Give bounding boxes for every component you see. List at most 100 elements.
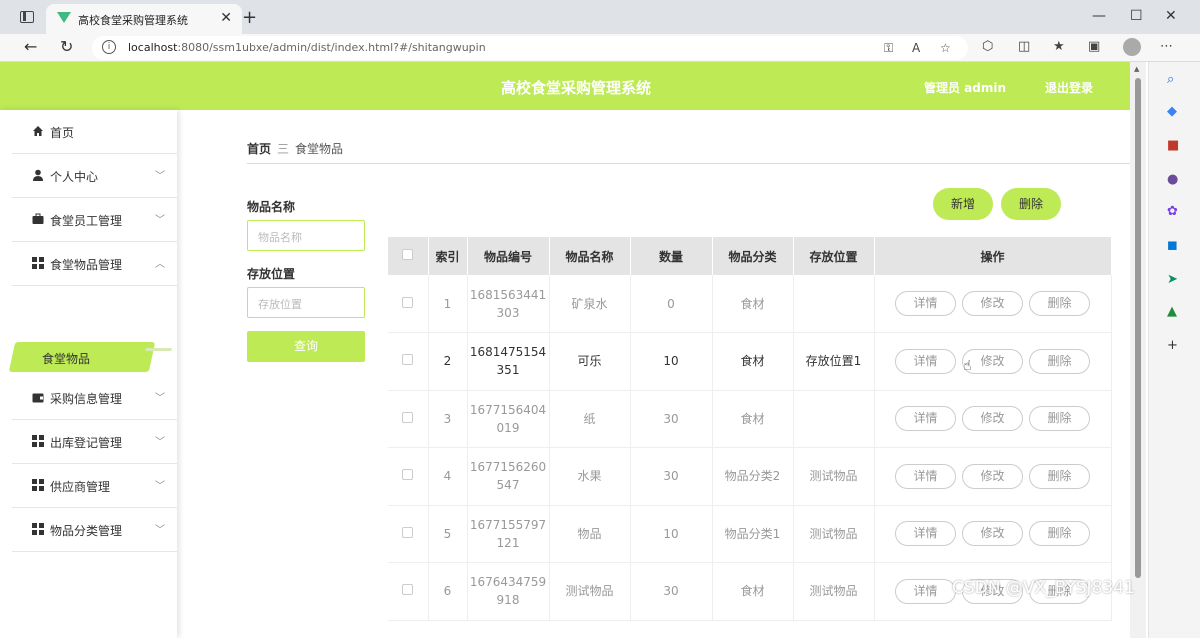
table-row: 5 1677155797 121 物品 10 物品分类1 测试物品 详情 修改 删除 <box>388 505 1112 563</box>
row-checkbox[interactable] <box>388 275 429 333</box>
send-icon[interactable]: ➤ <box>1167 272 1178 287</box>
add-button[interactable]: 新增 <box>933 188 993 220</box>
page-scrollbar[interactable]: ▲ <box>1130 62 1146 638</box>
collections-icon[interactable]: ▣ <box>1088 39 1100 54</box>
sidebar-item-staff[interactable]: 食堂员工管理 ﹀ <box>12 198 177 242</box>
sidebar-item-category[interactable]: 物品分类管理 ﹀ <box>12 508 177 552</box>
sidebar-subitem-canteen-goods[interactable]: 食堂物品 <box>8 338 177 376</box>
close-window-icon[interactable]: ✕ <box>1165 8 1177 24</box>
edit-button[interactable]: 修改 <box>962 521 1023 547</box>
watermark: CSDN @VX_BYSJ8341 <box>952 578 1135 598</box>
scrollbar-thumb[interactable] <box>1135 78 1141 578</box>
cell-operations: 详情 修改 删除 <box>874 332 1112 391</box>
sidebar-item-outbound[interactable]: 出库登记管理 ﹀ <box>12 420 177 464</box>
tag-icon[interactable]: ◆ <box>1167 104 1177 119</box>
url-text[interactable]: localhost:8080/ssm1ubxe/admin/dist/index… <box>128 41 486 54</box>
detail-button[interactable]: 详情 <box>895 463 956 489</box>
cell-index: 1 <box>428 275 468 333</box>
cell-index: 6 <box>428 562 468 621</box>
sidebar-item-label: 个人中心 <box>50 170 99 184</box>
cell-category: 物品分类1 <box>712 505 794 563</box>
detail-button[interactable]: 详情 <box>895 406 956 432</box>
url-field[interactable]: i localhost:8080/ssm1ubxe/admin/dist/ind… <box>92 36 968 60</box>
delete-button[interactable]: 删除 <box>1029 463 1090 489</box>
chevron-up-icon: ︿ <box>155 259 165 270</box>
outlook-icon[interactable]: ◼ <box>1167 238 1178 253</box>
close-tab-icon[interactable]: ✕ <box>220 10 232 26</box>
detail-button[interactable]: 详情 <box>895 291 956 316</box>
vue-logo-icon <box>57 12 71 23</box>
batch-delete-button[interactable]: 删除 <box>1001 188 1061 220</box>
breadcrumb-current: 食堂物品 <box>295 142 344 156</box>
app: 高校食堂采购管理系统 管理员 admin 退出登录 首页 个人中心 ﹀ 食堂员工… <box>0 62 1130 638</box>
sidebar-item-label: 采购信息管理 <box>50 392 123 406</box>
detail-button[interactable]: 详情 <box>895 348 956 374</box>
location-label: 存放位置 <box>247 267 296 281</box>
tab-actions-icon[interactable] <box>20 11 34 23</box>
select-all-checkbox[interactable] <box>388 237 429 275</box>
copilot-icon[interactable]: ✿ <box>1167 204 1178 219</box>
cell-index: 2 <box>428 332 468 391</box>
tree-icon[interactable]: ▲ <box>1167 304 1177 319</box>
cell-index: 5 <box>428 505 468 563</box>
split-screen-icon[interactable]: ◫ <box>1018 39 1030 54</box>
add-icon[interactable]: + <box>1167 338 1178 353</box>
new-tab-button[interactable]: + <box>242 7 257 28</box>
item-name-input[interactable]: 物品名称 <box>247 220 365 251</box>
chevron-down-icon: ﹀ <box>155 393 165 404</box>
minimize-icon[interactable]: — <box>1092 8 1106 24</box>
cell-category: 食材 <box>712 332 794 391</box>
toolbox-icon[interactable]: ■ <box>1167 138 1179 153</box>
sidebar-item-purchase[interactable]: 采购信息管理 ﹀ <box>12 376 177 420</box>
reload-icon[interactable]: ↻ <box>60 37 73 56</box>
mouse-cursor-icon: ☝ <box>963 358 972 374</box>
detail-button[interactable]: 详情 <box>895 578 956 604</box>
cell-code: 1677155797 121 <box>467 505 550 563</box>
location-input[interactable]: 存放位置 <box>247 287 365 318</box>
people-icon[interactable]: ● <box>1167 172 1178 187</box>
sidebar-item-label: 食堂员工管理 <box>50 214 123 228</box>
extensions-icon[interactable]: ⬡ <box>982 39 993 54</box>
row-checkbox[interactable] <box>388 447 429 506</box>
home-icon <box>33 126 43 136</box>
search-icon[interactable]: ⌕ <box>1167 72 1174 87</box>
delete-button[interactable]: 删除 <box>1029 521 1090 547</box>
more-icon[interactable]: ⋯ <box>1160 39 1173 54</box>
key-icon[interactable]: ⚿ <box>884 41 893 56</box>
favorites-icon[interactable]: ★ <box>1053 39 1065 54</box>
row-checkbox[interactable] <box>388 505 429 563</box>
sidebar: 首页 个人中心 ﹀ 食堂员工管理 ﹀ 食堂物品管理 ︿ 食堂物品 采购信息管理 … <box>0 110 177 638</box>
edit-button[interactable]: 修改 <box>962 291 1023 316</box>
table-header-row: 索引 物品编号 物品名称 数量 物品分类 存放位置 操作 <box>388 237 1112 275</box>
browser-tab[interactable]: 高校食堂采购管理系统 ✕ <box>46 4 242 34</box>
sidebar-item-goods[interactable]: 食堂物品管理 ︿ <box>12 242 177 286</box>
cell-operations: 详情 修改 删除 <box>874 505 1112 563</box>
logout-button[interactable]: 退出登录 <box>1045 79 1093 96</box>
detail-button[interactable]: 详情 <box>895 521 956 547</box>
profile-avatar[interactable] <box>1123 38 1141 56</box>
breadcrumb-home[interactable]: 首页 <box>247 142 271 156</box>
row-checkbox[interactable] <box>388 562 429 621</box>
delete-button[interactable]: 删除 <box>1029 291 1090 316</box>
favorite-add-icon[interactable]: ☆ <box>940 41 951 55</box>
row-checkbox[interactable] <box>388 332 429 391</box>
site-info-icon[interactable]: i <box>102 40 116 54</box>
back-icon[interactable]: ← <box>24 37 37 56</box>
cell-code: 1676434759 918 <box>467 562 550 621</box>
cell-index: 3 <box>428 390 468 448</box>
sidebar-item-personal-center[interactable]: 个人中心 ﹀ <box>12 154 177 198</box>
chevron-down-icon: ﹀ <box>155 215 165 226</box>
edit-button[interactable]: 修改 <box>962 463 1023 489</box>
query-button[interactable]: 查询 <box>247 331 365 362</box>
browser-side-panel: ⌕ ◆ ■ ● ✿ ◼ ➤ ▲ + <box>1148 62 1200 638</box>
read-aloud-icon[interactable]: A <box>912 41 920 55</box>
row-checkbox[interactable] <box>388 390 429 448</box>
table-row: 1 1681563441 303 矿泉水 0 食材 详情 修改 删除 <box>388 275 1112 333</box>
delete-button[interactable]: 删除 <box>1029 348 1090 374</box>
sidebar-item-supplier[interactable]: 供应商管理 ﹀ <box>12 464 177 508</box>
delete-button[interactable]: 删除 <box>1029 406 1090 432</box>
scroll-up-icon[interactable]: ▲ <box>1134 65 1139 73</box>
edit-button[interactable]: 修改 <box>962 406 1023 432</box>
sidebar-item-home[interactable]: 首页 <box>12 110 177 154</box>
maximize-icon[interactable]: ☐ <box>1130 8 1143 24</box>
